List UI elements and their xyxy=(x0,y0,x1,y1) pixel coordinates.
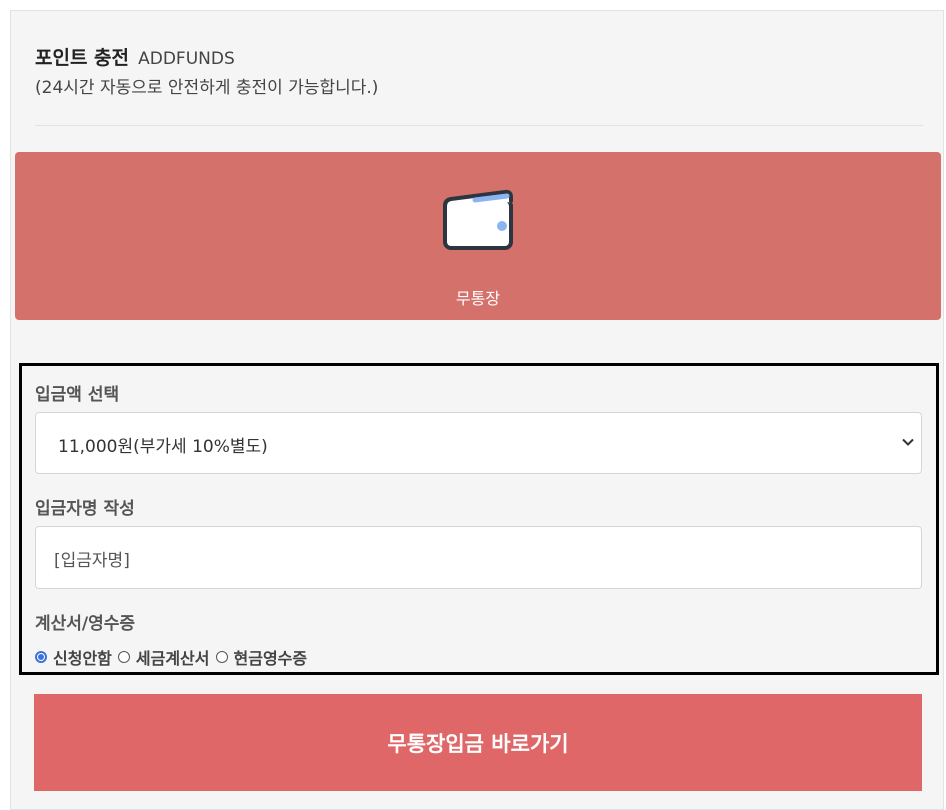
bank-transfer-submit-button[interactable]: 무통장입금 바로가기 xyxy=(34,694,922,791)
divider xyxy=(35,125,923,126)
amount-select-value: 11,000원(부가세 10%별도) xyxy=(58,437,268,457)
payment-method-label: 무통장 xyxy=(455,289,501,308)
chevron-down-icon xyxy=(902,438,914,446)
receipt-option-label: 현금영수증 xyxy=(233,649,308,668)
receipt-label: 계산서/영수증 xyxy=(35,614,136,634)
receipt-option-cash-receipt[interactable]: 현금영수증 xyxy=(215,645,308,669)
page-header: 포인트 충전 ADDFUNDS xyxy=(35,43,235,70)
depositor-input[interactable]: [입금자명] xyxy=(35,526,922,589)
payment-method-bank-transfer[interactable]: 무통장 xyxy=(15,152,941,320)
depositor-label: 입금자명 작성 xyxy=(35,499,135,519)
receipt-option-tax-invoice[interactable]: 세금계산서 xyxy=(117,645,210,669)
deposit-form: 입금액 선택 11,000원(부가세 10%별도) 입금자명 작성 [입금자명]… xyxy=(19,363,939,675)
receipt-option-label: 신청안함 xyxy=(53,649,112,668)
amount-label: 입금액 선택 xyxy=(35,385,120,405)
wallet-icon xyxy=(443,189,513,250)
radio-unchecked-icon[interactable] xyxy=(117,651,130,663)
receipt-option-none[interactable]: 신청안함 xyxy=(35,645,112,669)
page-description: (24시간 자동으로 안전하게 충전이 가능합니다.) xyxy=(35,78,379,98)
depositor-input-value: [입금자명] xyxy=(54,551,130,571)
radio-unchecked-icon[interactable] xyxy=(215,651,228,663)
page-subtitle: ADDFUNDS xyxy=(138,49,235,69)
add-funds-panel: 포인트 충전 ADDFUNDS (24시간 자동으로 안전하게 충전이 가능합니… xyxy=(10,10,944,810)
receipt-radio-group: 신청안함 세금계산서 현금영수증 xyxy=(35,645,313,669)
amount-select[interactable]: 11,000원(부가세 10%별도) xyxy=(35,412,922,474)
page-title: 포인트 충전 xyxy=(35,47,130,69)
receipt-option-label: 세금계산서 xyxy=(135,649,210,668)
radio-checked-icon[interactable] xyxy=(35,651,47,663)
